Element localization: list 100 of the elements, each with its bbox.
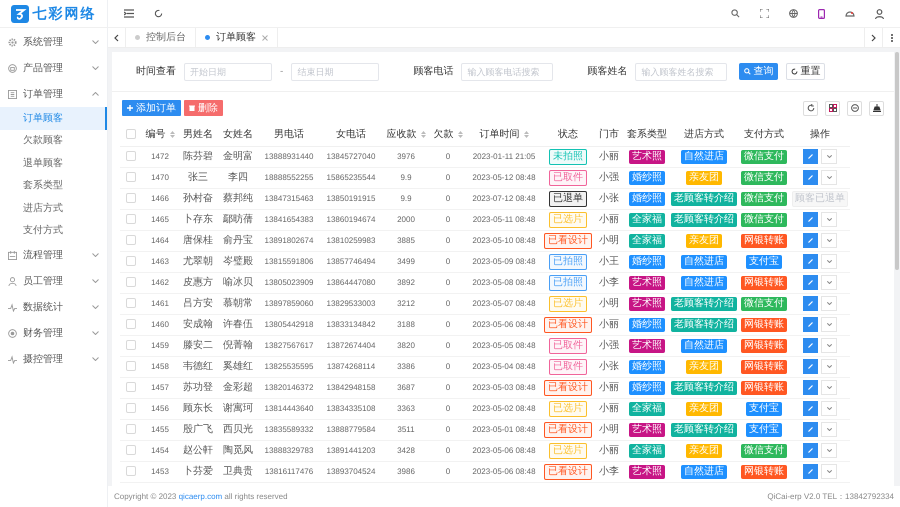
- column-header[interactable]: 进店方式: [684, 128, 724, 142]
- edit-button[interactable]: [803, 170, 818, 185]
- dropdown-button[interactable]: [821, 380, 837, 395]
- dropdown-button[interactable]: [821, 338, 837, 353]
- column-header[interactable]: 套系类型: [627, 128, 667, 142]
- checkbox[interactable]: [126, 214, 136, 224]
- menu-item[interactable]: 流程管理: [0, 242, 107, 268]
- column-header[interactable]: 应收款: [386, 128, 416, 142]
- column-header[interactable]: 门市: [599, 128, 619, 142]
- edit-button[interactable]: [803, 338, 818, 353]
- table-cell: 俞丹宝: [223, 234, 253, 246]
- reset-button[interactable]: 重置: [786, 63, 826, 80]
- checkbox[interactable]: [126, 424, 136, 434]
- edit-button[interactable]: [803, 400, 818, 416]
- dropdown-button[interactable]: [821, 422, 837, 437]
- menu-item[interactable]: 系统管理: [0, 29, 107, 55]
- column-header[interactable]: 女姓名: [223, 128, 253, 142]
- checkbox[interactable]: [126, 256, 136, 266]
- sort-icon[interactable]: [524, 131, 528, 138]
- close-icon[interactable]: [262, 34, 268, 40]
- edit-button[interactable]: [803, 464, 818, 479]
- dropdown-button[interactable]: [821, 254, 837, 269]
- columns-button[interactable]: [825, 100, 840, 116]
- phone-icon[interactable]: [818, 8, 825, 18]
- edit-button[interactable]: [803, 254, 818, 269]
- checkbox[interactable]: [126, 276, 136, 287]
- checkbox[interactable]: [126, 298, 136, 308]
- export-button[interactable]: [869, 100, 884, 116]
- tab[interactable]: 订单顾客: [196, 28, 278, 47]
- dropdown-button[interactable]: [821, 148, 837, 164]
- input-field[interactable]: 结束日期: [291, 62, 380, 80]
- edit-button[interactable]: [803, 232, 818, 248]
- checkbox[interactable]: [126, 150, 136, 161]
- column-header[interactable]: 男电话: [274, 128, 304, 142]
- edit-button[interactable]: [803, 212, 818, 227]
- dropdown-button[interactable]: [821, 170, 837, 185]
- search-icon[interactable]: [731, 9, 740, 18]
- fullscreen-icon[interactable]: [760, 9, 769, 18]
- checkbox[interactable]: [126, 234, 136, 245]
- dropdown-button[interactable]: [821, 358, 837, 374]
- menu-item[interactable]: 产品管理: [0, 55, 107, 81]
- input-field[interactable]: 开始日期: [184, 62, 272, 80]
- submenu-item[interactable]: 套系类型: [0, 174, 107, 197]
- menu-item[interactable]: 财务管理: [0, 320, 107, 346]
- checkbox[interactable]: [126, 444, 136, 455]
- submenu-item[interactable]: 支付方式: [0, 220, 107, 242]
- submenu-item[interactable]: 进店方式: [0, 197, 107, 220]
- refresh-button[interactable]: [803, 100, 818, 116]
- menu-icon[interactable]: [124, 9, 134, 18]
- edit-button[interactable]: [803, 296, 818, 311]
- dropdown-button[interactable]: [821, 316, 837, 332]
- scrollbar[interactable]: [895, 52, 899, 270]
- checkbox[interactable]: [126, 402, 136, 413]
- dropdown-button[interactable]: [821, 274, 837, 290]
- edit-button[interactable]: [803, 274, 818, 290]
- column-header[interactable]: 女电话: [336, 128, 366, 142]
- print-button[interactable]: [847, 100, 862, 116]
- checkbox[interactable]: [126, 466, 136, 476]
- column-header[interactable]: 男姓名: [183, 128, 213, 142]
- dropdown-button[interactable]: [821, 442, 837, 458]
- user-icon[interactable]: [875, 8, 884, 18]
- column-header[interactable]: 支付方式: [744, 128, 784, 142]
- menu-item[interactable]: 订单管理: [0, 81, 107, 107]
- column-header[interactable]: 欠款: [434, 128, 454, 142]
- submenu-item[interactable]: 退单顾客: [0, 152, 107, 174]
- tab[interactable]: 控制后台: [126, 28, 196, 47]
- dropdown-button[interactable]: [821, 232, 837, 248]
- sort-icon[interactable]: [420, 131, 426, 138]
- checkbox[interactable]: [126, 192, 136, 203]
- checkbox[interactable]: [126, 318, 136, 329]
- refresh-icon[interactable]: [154, 9, 163, 18]
- edit-button[interactable]: [803, 358, 818, 374]
- edit-button[interactable]: [803, 380, 818, 395]
- table-cell: 3428: [397, 446, 415, 454]
- column-header[interactable]: 编号: [146, 128, 166, 142]
- menu-item[interactable]: 员工管理: [0, 268, 107, 294]
- column-header[interactable]: 状态: [558, 128, 578, 142]
- checkbox[interactable]: [126, 340, 136, 350]
- dropdown-button[interactable]: [821, 400, 837, 416]
- edit-button[interactable]: [803, 148, 818, 164]
- sort-icon[interactable]: [170, 131, 174, 138]
- input-field[interactable]: 输入顾客电话搜索: [461, 62, 554, 80]
- submenu-item[interactable]: 欠款顾客: [0, 130, 107, 152]
- input-field[interactable]: 输入顾客姓名搜索: [635, 62, 728, 80]
- edit-button[interactable]: [803, 442, 818, 458]
- edit-button[interactable]: [803, 422, 818, 437]
- edit-button[interactable]: [803, 316, 818, 332]
- menu-item[interactable]: 摄控管理: [0, 346, 107, 372]
- column-header[interactable]: 操作: [810, 128, 830, 142]
- checkbox[interactable]: [126, 172, 136, 182]
- column-header[interactable]: 订单时间: [480, 128, 520, 142]
- sort-icon[interactable]: [458, 131, 462, 138]
- dropdown-button[interactable]: [821, 296, 837, 311]
- checkbox[interactable]: [126, 360, 136, 371]
- dropdown-button[interactable]: [821, 464, 837, 479]
- dropdown-button[interactable]: [821, 212, 837, 227]
- checkbox[interactable]: [126, 129, 136, 140]
- checkbox[interactable]: [126, 382, 136, 392]
- globe-icon[interactable]: [789, 9, 798, 18]
- menu-item[interactable]: 数据统计: [0, 294, 107, 320]
